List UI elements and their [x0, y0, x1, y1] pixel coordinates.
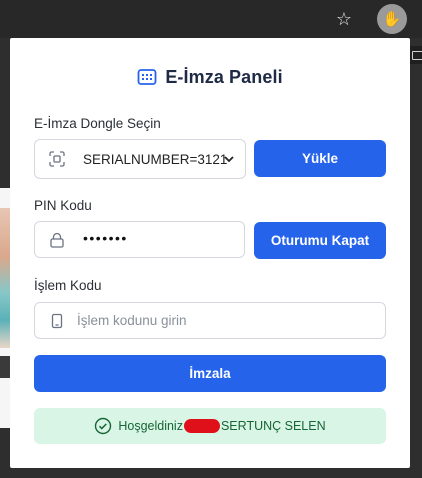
star-icon[interactable]: ☆	[334, 9, 354, 29]
popup-header: E-İmza Paneli	[10, 65, 410, 89]
lock-icon	[50, 232, 64, 248]
browser-toolbar: ☆ ✋	[0, 0, 422, 38]
extension-popup: E-İmza Paneli E-İmza Dongle Seçin SERIAL…	[10, 38, 410, 468]
page-content-strip	[0, 188, 10, 428]
scan-icon	[49, 151, 65, 167]
page-block	[0, 356, 10, 378]
grid-icon	[137, 69, 157, 85]
operation-code-placeholder: İşlem kodunu girin	[77, 313, 187, 328]
chevron-down-icon	[224, 156, 234, 163]
page-image	[0, 208, 10, 348]
status-message: Hoşgeldiniz SERTUNÇ SELEN	[34, 408, 386, 444]
operation-label: İşlem Kodu	[34, 278, 102, 293]
check-circle-icon	[95, 417, 112, 435]
pin-value: •••••••	[83, 230, 128, 246]
sign-button[interactable]: İmzala	[34, 355, 386, 392]
hand-icon: ✋	[382, 10, 402, 28]
redaction-mark	[183, 419, 220, 434]
user-name: SERTUNÇ SELEN	[220, 418, 326, 433]
popup-title: E-İmza Paneli	[165, 66, 283, 87]
phone-icon	[51, 313, 63, 328]
dongle-label: E-İmza Dongle Seçin	[34, 116, 161, 131]
pin-label: PIN Kodu	[34, 198, 92, 213]
status-text: Hoşgeldiniz SERTUNÇ SELEN	[118, 418, 326, 434]
operation-code-input[interactable]: İşlem kodunu girin	[34, 302, 386, 339]
load-button[interactable]: Yükle	[254, 140, 386, 177]
folder-icon[interactable]	[410, 46, 422, 64]
dongle-select[interactable]: SERIALNUMBER=3121	[34, 139, 246, 179]
logout-button[interactable]: Oturumu Kapat	[254, 222, 386, 259]
welcome-text: Hoşgeldiniz	[118, 418, 183, 433]
extension-button[interactable]: ✋	[377, 4, 407, 34]
pin-input[interactable]: •••••••	[34, 221, 245, 258]
dongle-selected-value: SERIALNUMBER=3121	[83, 151, 228, 167]
